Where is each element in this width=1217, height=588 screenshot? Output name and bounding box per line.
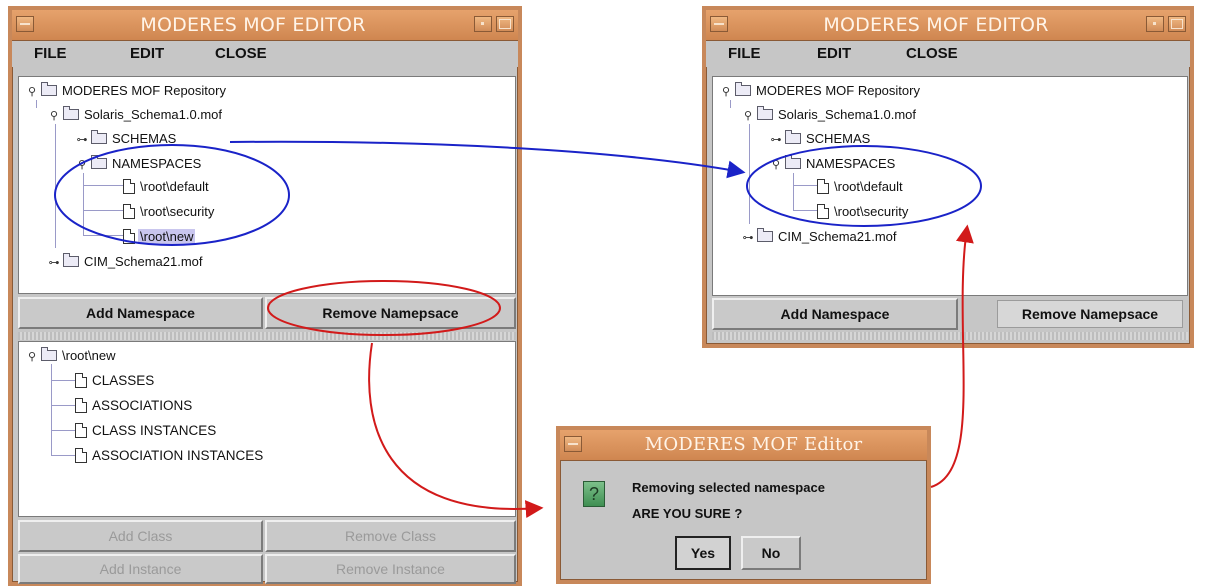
window-menu-icon[interactable] (710, 16, 728, 32)
folder-icon (757, 106, 773, 121)
folder-icon (63, 253, 79, 268)
menu-file[interactable]: FILE (34, 45, 67, 62)
maximize-icon[interactable] (1168, 16, 1186, 32)
document-icon (123, 204, 135, 220)
no-button[interactable]: No (741, 536, 801, 570)
remove-namespace-button[interactable]: Remove Namepsace (265, 297, 516, 329)
tree-node-cim-schema[interactable]: ⊶ CIM_Schema21.mof (47, 253, 205, 271)
add-namespace-button[interactable]: Add Namespace (712, 298, 958, 330)
window-title: MODERES MOF EDITOR (140, 14, 366, 36)
yes-button[interactable]: Yes (675, 536, 731, 570)
remove-instance-button[interactable]: Remove Instance (265, 554, 516, 584)
menu-edit[interactable]: EDIT (130, 45, 164, 62)
document-icon (75, 422, 87, 438)
add-namespace-button[interactable]: Add Namespace (18, 297, 263, 329)
collapsed-key-icon[interactable]: ⊶ (741, 229, 755, 247)
confirm-dialog: MODERES MOF Editor ? Removing selected n… (556, 426, 931, 584)
menu-close[interactable]: CLOSE (215, 45, 267, 62)
tree-node-namespaces[interactable]: ⚲ NAMESPACES (769, 155, 897, 173)
folder-icon (735, 82, 751, 97)
expand-key-icon[interactable]: ⚲ (741, 107, 755, 125)
tree-node-cim-schema[interactable]: ⊶ CIM_Schema21.mof (741, 228, 899, 246)
document-icon (817, 204, 829, 220)
add-instance-button[interactable]: Add Instance (18, 554, 263, 584)
collapsed-key-icon[interactable]: ⊶ (47, 254, 61, 272)
document-icon (75, 372, 87, 388)
dialog-message: Removing selected namespace (632, 480, 825, 495)
repository-tree: ⚲ MODERES MOF Repository ⚲ Solaris_Schema1… (18, 76, 516, 294)
main-editor-window: MODERES MOF EDITOR FILE EDIT CLOSE ⚲ MODE… (8, 6, 522, 586)
minimize-icon[interactable] (1146, 16, 1164, 32)
folder-icon (63, 106, 79, 121)
result-editor-window: MODERES MOF EDITOR FILE EDIT CLOSE ⚲ MODE… (702, 6, 1194, 348)
tree-node-ns-security[interactable]: \root\security (123, 203, 216, 221)
menu-edit[interactable]: EDIT (817, 45, 851, 62)
menu-bar: FILE EDIT CLOSE (12, 41, 518, 67)
folder-icon (785, 155, 801, 170)
window-title: MODERES MOF EDITOR (823, 14, 1049, 36)
expand-key-icon[interactable]: ⚲ (719, 83, 733, 101)
title-bar[interactable]: MODERES MOF EDITOR (12, 10, 518, 41)
tree-node-repository[interactable]: ⚲ MODERES MOF Repository (719, 82, 922, 100)
repository-tree: ⚲ MODERES MOF Repository ⚲ Solaris_Schema1… (712, 76, 1188, 296)
tree-node-ns-default[interactable]: \root\default (123, 178, 211, 196)
remove-class-button[interactable]: Remove Class (265, 520, 516, 552)
folder-icon (91, 155, 107, 170)
question-icon: ? (583, 481, 605, 507)
tree-node-ns-security[interactable]: \root\security (817, 203, 910, 221)
splitter-handle[interactable] (18, 332, 516, 340)
expand-key-icon[interactable]: ⚲ (25, 83, 39, 101)
tree-node-schemas[interactable]: ⊶ SCHEMAS (769, 130, 872, 148)
remove-namespace-button[interactable]: Remove Namepsace (997, 300, 1183, 328)
tree-node-schemas[interactable]: ⊶ SCHEMAS (75, 130, 178, 148)
minimize-icon[interactable] (474, 16, 492, 32)
expand-key-icon[interactable]: ⚲ (769, 156, 783, 174)
window-menu-icon[interactable] (564, 436, 582, 452)
detail-node-classes[interactable]: CLASSES (75, 372, 156, 390)
maximize-icon[interactable] (496, 16, 514, 32)
dialog-title-bar[interactable]: MODERES MOF Editor (560, 430, 927, 461)
detail-node-class-instances[interactable]: CLASS INSTANCES (75, 422, 218, 440)
title-bar[interactable]: MODERES MOF EDITOR (706, 10, 1190, 41)
splitter-handle[interactable] (712, 332, 1188, 340)
folder-icon (41, 82, 57, 97)
namespace-detail-tree: ⚲ \root\new CLASSES ASSOCIATIONS CLASS IN… (18, 341, 516, 517)
document-icon (817, 179, 829, 195)
menu-bar: FILE EDIT CLOSE (706, 41, 1190, 67)
dialog-question: ARE YOU SURE ? (632, 506, 743, 521)
folder-icon (91, 130, 107, 145)
expand-key-icon[interactable]: ⚲ (75, 156, 89, 174)
document-icon (75, 397, 87, 413)
tree-node-ns-default[interactable]: \root\default (817, 178, 905, 196)
document-icon (75, 447, 87, 463)
tree-node-repository[interactable]: ⚲ MODERES MOF Repository (25, 82, 228, 100)
document-icon (123, 229, 135, 245)
detail-node-associations[interactable]: ASSOCIATIONS (75, 397, 194, 415)
detail-node-root-new[interactable]: ⚲ \root\new (25, 347, 117, 365)
folder-icon (41, 347, 57, 362)
menu-file[interactable]: FILE (728, 45, 761, 62)
tree-node-solaris-schema[interactable]: ⚲ Solaris_Schema1.0.mof (47, 106, 224, 124)
folder-icon (757, 228, 773, 243)
add-class-button[interactable]: Add Class (18, 520, 263, 552)
menu-close[interactable]: CLOSE (906, 45, 958, 62)
expand-key-icon[interactable]: ⚲ (25, 348, 39, 366)
expand-key-icon[interactable]: ⚲ (47, 107, 61, 125)
window-menu-icon[interactable] (16, 16, 34, 32)
tree-node-namespaces[interactable]: ⚲ NAMESPACES (75, 155, 203, 173)
collapsed-key-icon[interactable]: ⊶ (75, 131, 89, 149)
collapsed-key-icon[interactable]: ⊶ (769, 131, 783, 149)
document-icon (123, 179, 135, 195)
detail-node-association-instances[interactable]: ASSOCIATION INSTANCES (75, 447, 265, 465)
dialog-title: MODERES MOF Editor (644, 434, 863, 455)
folder-icon (785, 130, 801, 145)
tree-node-solaris-schema[interactable]: ⚲ Solaris_Schema1.0.mof (741, 106, 918, 124)
tree-node-ns-new-selected[interactable]: \root\new (123, 228, 196, 246)
